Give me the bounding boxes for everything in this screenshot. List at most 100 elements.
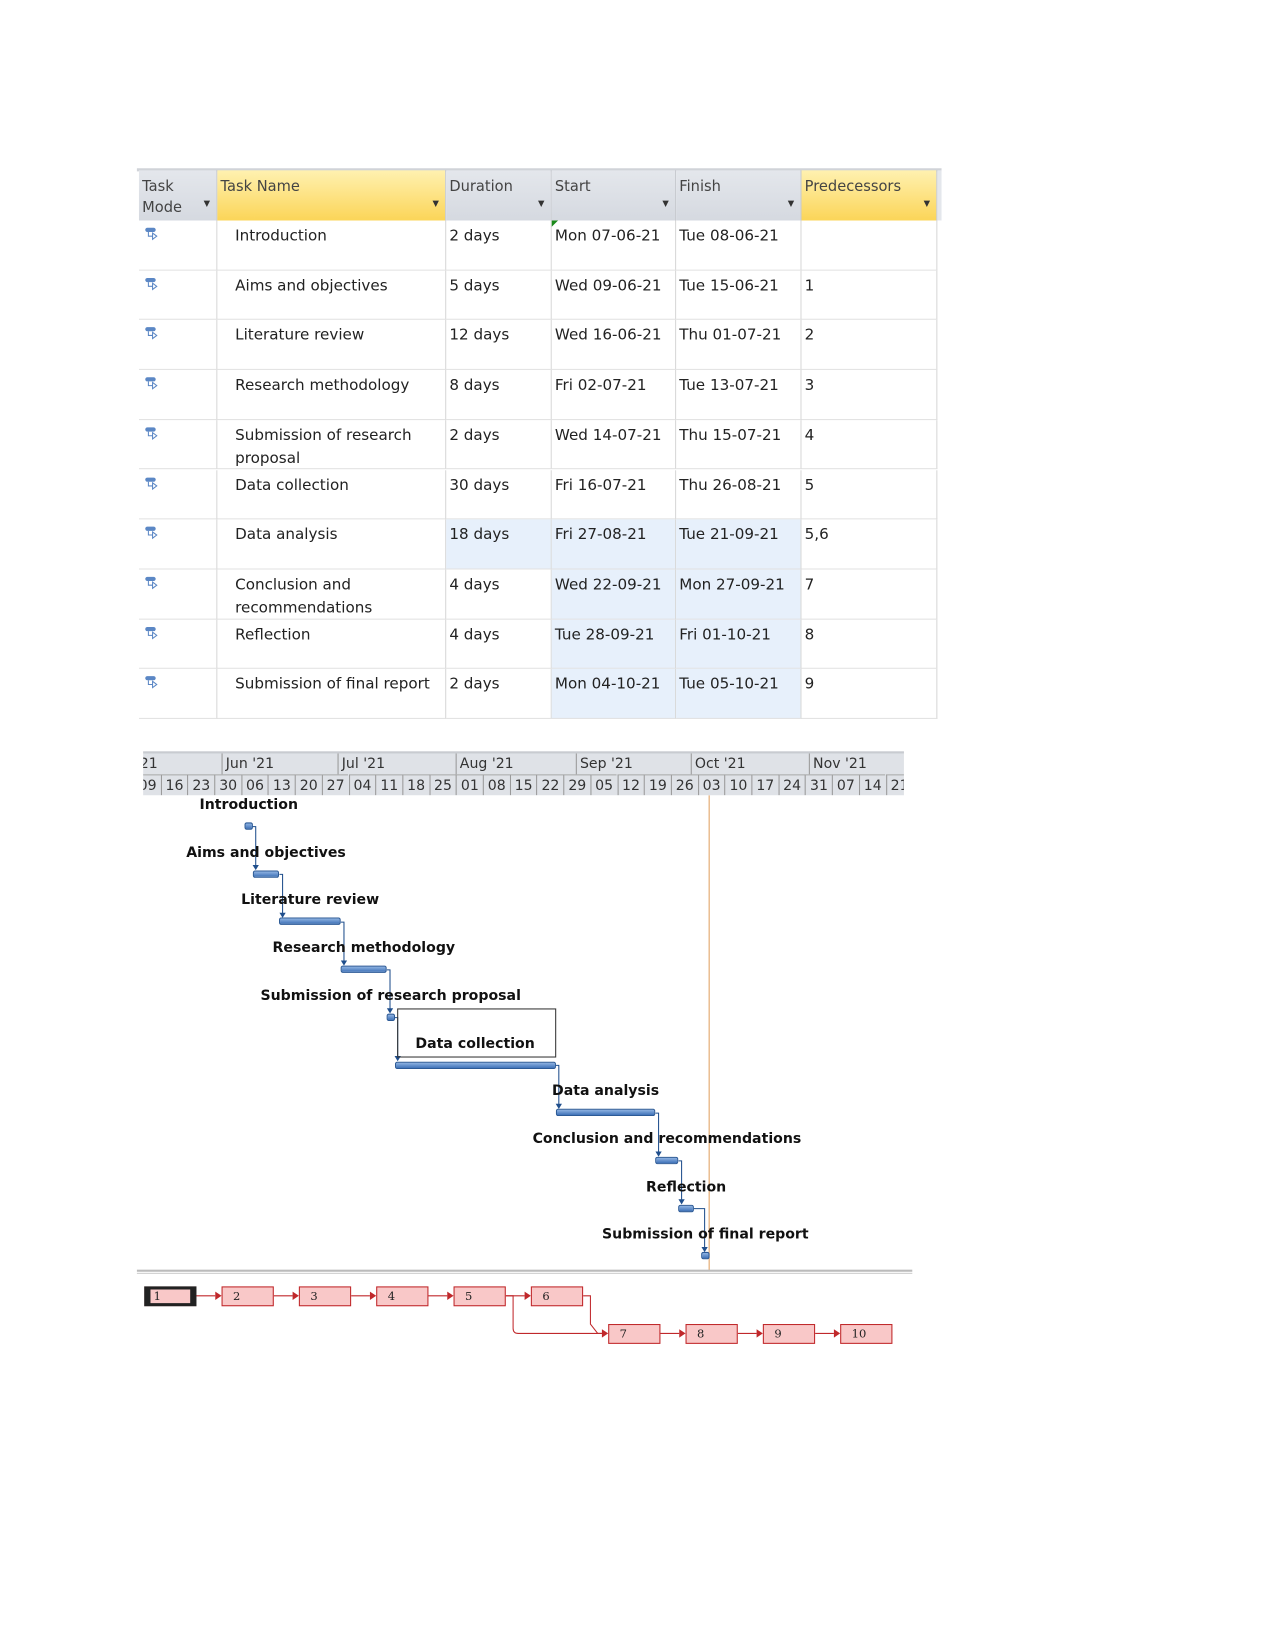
cell-start[interactable]: Wed 09-06-21	[551, 270, 677, 321]
cell-duration[interactable]: 5 days	[446, 270, 552, 321]
cell-name[interactable]: Submission of research proposal	[217, 419, 447, 470]
cell-start[interactable]: Fri 16-07-21	[551, 469, 677, 520]
cell-pred[interactable]: 7	[801, 569, 938, 620]
cell-pred[interactable]: 5,6	[801, 519, 938, 570]
task-mode-cell[interactable]	[138, 469, 218, 520]
cell-start[interactable]: Fri 27-08-21	[551, 519, 677, 570]
table-row[interactable]: Research methodology 8 days Fri 02-07-21 Tu…	[137, 370, 942, 420]
gantt-bar[interactable]	[279, 917, 341, 926]
cell-name[interactable]: Introduction	[217, 220, 447, 271]
network-node[interactable]: 10	[840, 1324, 893, 1344]
network-node[interactable]: 8	[685, 1324, 738, 1344]
gantt-bar[interactable]	[394, 1061, 556, 1069]
gantt-bar[interactable]	[340, 965, 387, 973]
filter-dropdown-icon[interactable]: ▼	[788, 193, 794, 214]
cell-finish[interactable]: Tue 15-06-21	[676, 270, 802, 321]
network-node[interactable]: 7	[608, 1324, 661, 1344]
task-mode-cell[interactable]	[138, 270, 218, 321]
filter-dropdown-icon[interactable]: ▼	[662, 193, 668, 214]
gantt-bar[interactable]	[386, 1013, 395, 1021]
table-row[interactable]: Reflection 4 days Tue 28-09-21 Fri 01-10-21…	[137, 619, 942, 670]
cell-name[interactable]: Reflection	[217, 619, 447, 670]
network-node[interactable]: 9	[762, 1324, 816, 1344]
cell-name[interactable]: Data analysis	[217, 519, 447, 570]
gantt-bar[interactable]	[555, 1108, 656, 1117]
network-node[interactable]: 6	[530, 1286, 584, 1307]
column-header-5[interactable]: Predecessors ▼	[801, 170, 938, 221]
cell-start[interactable]: Tue 28-09-21	[551, 619, 677, 670]
cell-finish[interactable]: Thu 01-07-21	[676, 320, 802, 371]
network-node[interactable]: 2	[221, 1286, 274, 1307]
filter-dropdown-icon[interactable]: ▼	[924, 193, 930, 214]
table-row[interactable]: Aims and objectives 5 days Wed 09-06-21 Tue…	[137, 270, 942, 321]
column-header-2[interactable]: Duration ▼	[446, 170, 552, 221]
column-header-3[interactable]: Start ▼	[551, 170, 677, 221]
cell-pred[interactable]: 3	[801, 370, 938, 420]
gantt-bar[interactable]	[655, 1156, 679, 1165]
cell-duration[interactable]: 2 days	[446, 419, 552, 470]
network-node[interactable]: 5	[453, 1286, 506, 1307]
task-mode-cell[interactable]	[138, 519, 218, 570]
cell-name[interactable]: Research methodology	[217, 370, 447, 420]
cell-finish[interactable]: Tue 13-07-21	[676, 370, 802, 420]
cell-pred[interactable]: 1	[801, 270, 938, 321]
cell-name[interactable]: Literature review	[217, 320, 447, 371]
filter-dropdown-icon[interactable]: ▼	[432, 193, 438, 214]
cell-pred[interactable]: 8	[801, 619, 938, 670]
cell-pred[interactable]	[801, 220, 938, 271]
task-mode-cell[interactable]	[138, 619, 218, 670]
table-row[interactable]: Literature review 12 days Wed 16-06-21 Thu …	[137, 320, 942, 371]
table-row[interactable]: Data collection 30 days Fri 16-07-21 Thu 26…	[137, 469, 942, 520]
cell-pred[interactable]: 2	[801, 320, 938, 371]
table-row[interactable]: Introduction 2 days Mon 07-06-21 Tue 08-06-…	[137, 220, 942, 271]
cell-finish[interactable]: Tue 08-06-21	[676, 220, 802, 271]
task-mode-cell[interactable]	[138, 669, 218, 719]
cell-duration[interactable]: 2 days	[446, 669, 552, 719]
cell-duration[interactable]: 4 days	[446, 619, 552, 670]
column-header-0[interactable]: Task Mode ▼	[138, 170, 218, 221]
table-row[interactable]: Submission of research proposal 2 days Wed…	[137, 419, 942, 470]
cell-name[interactable]: Data collection	[217, 469, 447, 520]
cell-start[interactable]: Wed 14-07-21	[551, 419, 677, 470]
table-row[interactable]: Data analysis 18 days Fri 27-08-21 Tue 21-0…	[137, 519, 942, 570]
cell-finish[interactable]: Fri 01-10-21	[676, 619, 802, 670]
filter-dropdown-icon[interactable]: ▼	[204, 193, 210, 214]
task-mode-cell[interactable]	[138, 220, 218, 271]
gantt-bar[interactable]	[252, 870, 280, 878]
filter-dropdown-icon[interactable]: ▼	[538, 193, 544, 214]
cell-finish[interactable]: Tue 21-09-21	[676, 519, 802, 570]
cell-duration[interactable]: 8 days	[446, 370, 552, 420]
gantt-bar[interactable]	[701, 1252, 710, 1260]
cell-start[interactable]: Fri 02-07-21	[551, 370, 677, 420]
cell-start[interactable]: Wed 22-09-21	[551, 569, 677, 620]
view-splitter[interactable]	[136, 1269, 913, 1274]
cell-start[interactable]: Wed 16-06-21	[551, 320, 677, 371]
cell-start[interactable]: Mon 04-10-21	[551, 669, 677, 719]
cell-duration[interactable]: 18 days	[446, 519, 552, 570]
cell-finish[interactable]: Mon 27-09-21	[676, 569, 802, 620]
task-mode-cell[interactable]	[138, 569, 218, 620]
cell-duration[interactable]: 4 days	[446, 569, 552, 620]
cell-pred[interactable]: 5	[801, 469, 938, 520]
table-row[interactable]: Submission of final report 2 days Mon 04-1…	[137, 669, 942, 719]
column-header-4[interactable]: Finish ▼	[676, 170, 802, 221]
network-node[interactable]: 3	[298, 1286, 352, 1307]
cell-duration[interactable]: 30 days	[446, 469, 552, 520]
network-node[interactable]: 1	[144, 1286, 197, 1307]
cell-name[interactable]: Conclusion and recommendations	[217, 569, 447, 620]
cell-finish[interactable]: Tue 05-10-21	[676, 669, 802, 719]
cell-pred[interactable]: 9	[801, 669, 938, 719]
cell-name[interactable]: Aims and objectives	[217, 270, 447, 321]
column-header-1[interactable]: Task Name ▼	[217, 170, 447, 221]
gantt-bar[interactable]	[678, 1204, 694, 1212]
cell-name[interactable]: Submission of final report	[217, 669, 447, 719]
task-mode-cell[interactable]	[138, 419, 218, 470]
table-row[interactable]: Conclusion and recommendations 4 days Wed …	[137, 569, 942, 620]
cell-duration[interactable]: 12 days	[446, 320, 552, 371]
task-mode-cell[interactable]	[138, 320, 218, 371]
cell-finish[interactable]: Thu 26-08-21	[676, 469, 802, 520]
cell-start[interactable]: Mon 07-06-21	[551, 220, 677, 271]
cell-finish[interactable]: Thu 15-07-21	[676, 419, 802, 470]
network-node[interactable]: 4	[376, 1286, 429, 1307]
task-mode-cell[interactable]	[138, 370, 218, 420]
